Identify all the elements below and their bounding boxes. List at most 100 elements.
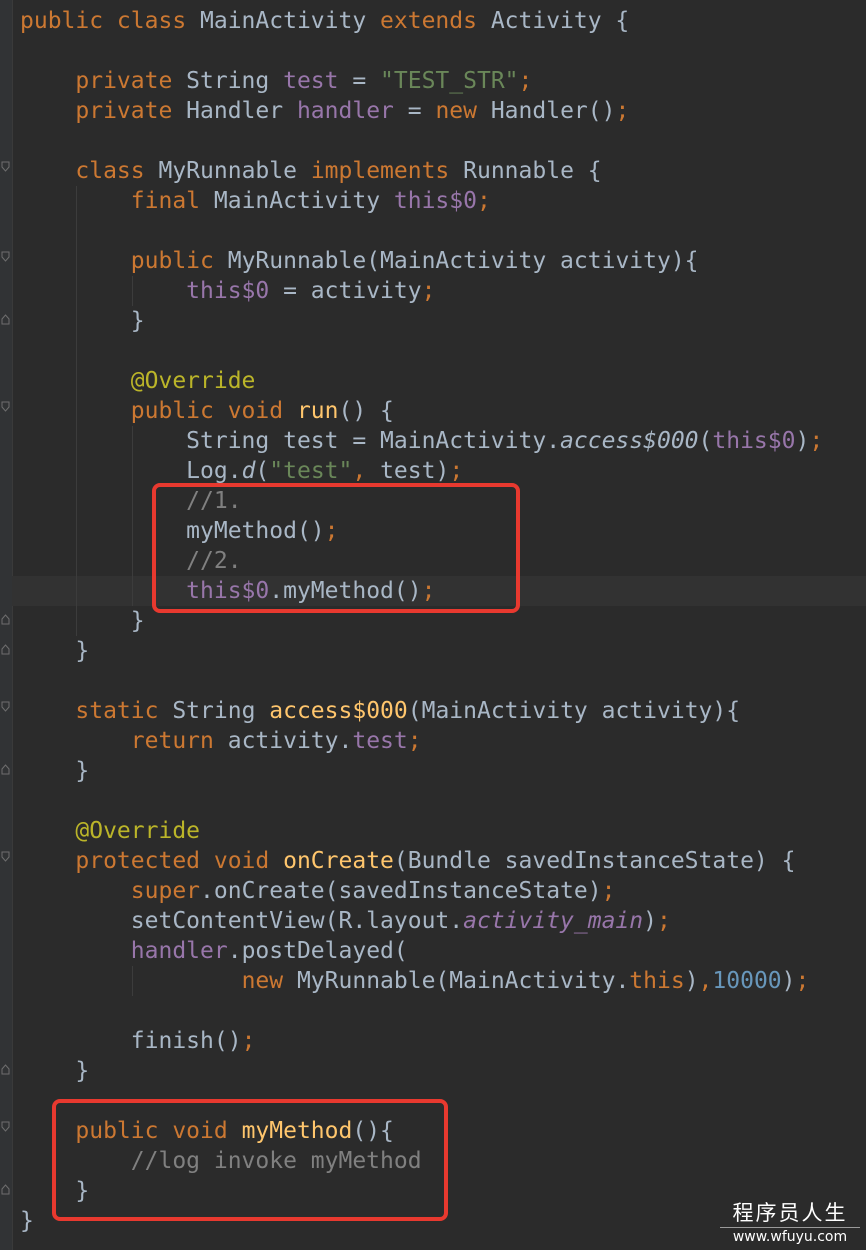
code-token: ; bbox=[421, 278, 436, 304]
code-token: ( bbox=[255, 458, 270, 484]
code-line[interactable] bbox=[20, 36, 823, 66]
code-token: class bbox=[75, 158, 159, 184]
code-token: implements bbox=[310, 158, 464, 184]
code-line[interactable]: protected void onCreate(Bundle savedInst… bbox=[20, 846, 823, 876]
code-token: final bbox=[130, 188, 214, 214]
code-token: ; bbox=[476, 188, 491, 214]
code-line[interactable]: public void run() { bbox=[20, 396, 823, 426]
fold-end-marker-icon[interactable] bbox=[1, 614, 10, 625]
code-line[interactable]: @Override bbox=[20, 366, 823, 396]
fold-marker-icon[interactable] bbox=[1, 1121, 10, 1132]
code-line[interactable]: String test = MainActivity.access$000(th… bbox=[20, 426, 823, 456]
code-token: () { bbox=[338, 398, 394, 424]
fold-end-marker-icon[interactable] bbox=[1, 1064, 10, 1075]
code-token: private bbox=[75, 98, 187, 124]
code-token: ) bbox=[781, 968, 796, 994]
code-token: ) bbox=[643, 908, 657, 934]
fold-marker-icon[interactable] bbox=[1, 701, 10, 712]
code-token: MyRunnable(MainActivity. bbox=[296, 968, 630, 994]
fold-marker-icon[interactable] bbox=[1, 161, 10, 172]
code-token: Handler bbox=[186, 98, 297, 124]
code-line[interactable]: finish(); bbox=[20, 1026, 823, 1056]
code-line[interactable]: } bbox=[20, 1056, 823, 1086]
code-editor[interactable]: public class MainActivity extends Activi… bbox=[0, 0, 866, 1250]
code-token: public void bbox=[130, 398, 297, 424]
code-token: ) bbox=[684, 968, 699, 994]
code-token: ; bbox=[241, 1028, 256, 1054]
code-line[interactable] bbox=[20, 126, 823, 156]
code-line[interactable]: } bbox=[20, 306, 823, 336]
code-token: ( bbox=[698, 428, 713, 454]
fold-marker-icon[interactable] bbox=[1, 251, 10, 262]
code-line[interactable]: public class MainActivity extends Activi… bbox=[20, 6, 823, 36]
code-token: @Override bbox=[130, 368, 256, 394]
code-line[interactable]: final MainActivity this$0; bbox=[20, 186, 823, 216]
code-line[interactable] bbox=[20, 216, 823, 246]
code-line[interactable]: class MyRunnable implements Runnable { bbox=[20, 156, 823, 186]
code-token: MainActivity bbox=[213, 188, 394, 214]
code-line[interactable] bbox=[20, 996, 823, 1026]
code-token: Handler() bbox=[490, 98, 616, 124]
code-token: MyRunnable(MainActivity activity){ bbox=[227, 248, 699, 274]
code-content[interactable]: public class MainActivity extends Activi… bbox=[20, 6, 823, 1236]
code-line[interactable]: return activity.test; bbox=[20, 726, 823, 756]
code-token: test bbox=[352, 728, 408, 754]
fold-end-marker-icon[interactable] bbox=[1, 764, 10, 775]
code-line[interactable]: private String test = "TEST_STR"; bbox=[20, 66, 823, 96]
fold-end-marker-icon[interactable] bbox=[1, 1184, 10, 1195]
code-token: .onCreate(savedInstanceState) bbox=[200, 878, 602, 904]
code-token: handler bbox=[296, 98, 394, 124]
code-line[interactable]: handler.postDelayed( bbox=[20, 936, 823, 966]
code-line[interactable]: @Override bbox=[20, 816, 823, 846]
code-line[interactable]: private Handler handler = new Handler(); bbox=[20, 96, 823, 126]
code-token: ; bbox=[795, 968, 810, 994]
code-token: 10000 bbox=[712, 968, 782, 994]
code-line[interactable] bbox=[20, 336, 823, 366]
code-token: setContentView(R.layout. bbox=[20, 908, 464, 934]
code-line[interactable] bbox=[20, 666, 823, 696]
code-token: String test = MainActivity. bbox=[20, 428, 561, 454]
code-token: "test" bbox=[269, 458, 353, 484]
code-token: = bbox=[338, 68, 381, 94]
code-token: d bbox=[241, 458, 256, 484]
code-line[interactable]: public MyRunnable(MainActivity activity)… bbox=[20, 246, 823, 276]
code-token: private bbox=[75, 68, 187, 94]
fold-marker-icon[interactable] bbox=[1, 401, 10, 412]
code-token: this$0 bbox=[186, 278, 270, 304]
code-line[interactable]: this$0 = activity; bbox=[20, 276, 823, 306]
code-token: = activity bbox=[269, 278, 422, 304]
code-line[interactable]: new MyRunnable(MainActivity.this),10000)… bbox=[20, 966, 823, 996]
code-token: = bbox=[393, 98, 436, 124]
code-token: new bbox=[241, 968, 297, 994]
code-token: } bbox=[20, 758, 90, 784]
code-line[interactable]: super.onCreate(savedInstanceState); bbox=[20, 876, 823, 906]
code-token: MainActivity bbox=[200, 8, 381, 34]
code-line[interactable]: Log.d("test", test); bbox=[20, 456, 823, 486]
code-token: test bbox=[283, 68, 339, 94]
code-token: } bbox=[20, 308, 145, 334]
fold-end-marker-icon[interactable] bbox=[1, 644, 10, 655]
fold-marker-icon[interactable] bbox=[1, 851, 10, 862]
fold-end-marker-icon[interactable] bbox=[1, 314, 10, 325]
code-token: finish() bbox=[20, 1028, 242, 1054]
code-line[interactable]: setContentView(R.layout.activity_main); bbox=[20, 906, 823, 936]
code-token: ; bbox=[656, 908, 671, 934]
code-line[interactable]: } bbox=[20, 636, 823, 666]
code-token: } bbox=[20, 638, 90, 664]
code-token: super bbox=[130, 878, 201, 904]
code-line[interactable]: static String access$000(MainActivity ac… bbox=[20, 696, 823, 726]
code-token: (Bundle savedInstanceState) { bbox=[393, 848, 796, 874]
code-line[interactable]: } bbox=[20, 756, 823, 786]
code-line[interactable] bbox=[20, 786, 823, 816]
